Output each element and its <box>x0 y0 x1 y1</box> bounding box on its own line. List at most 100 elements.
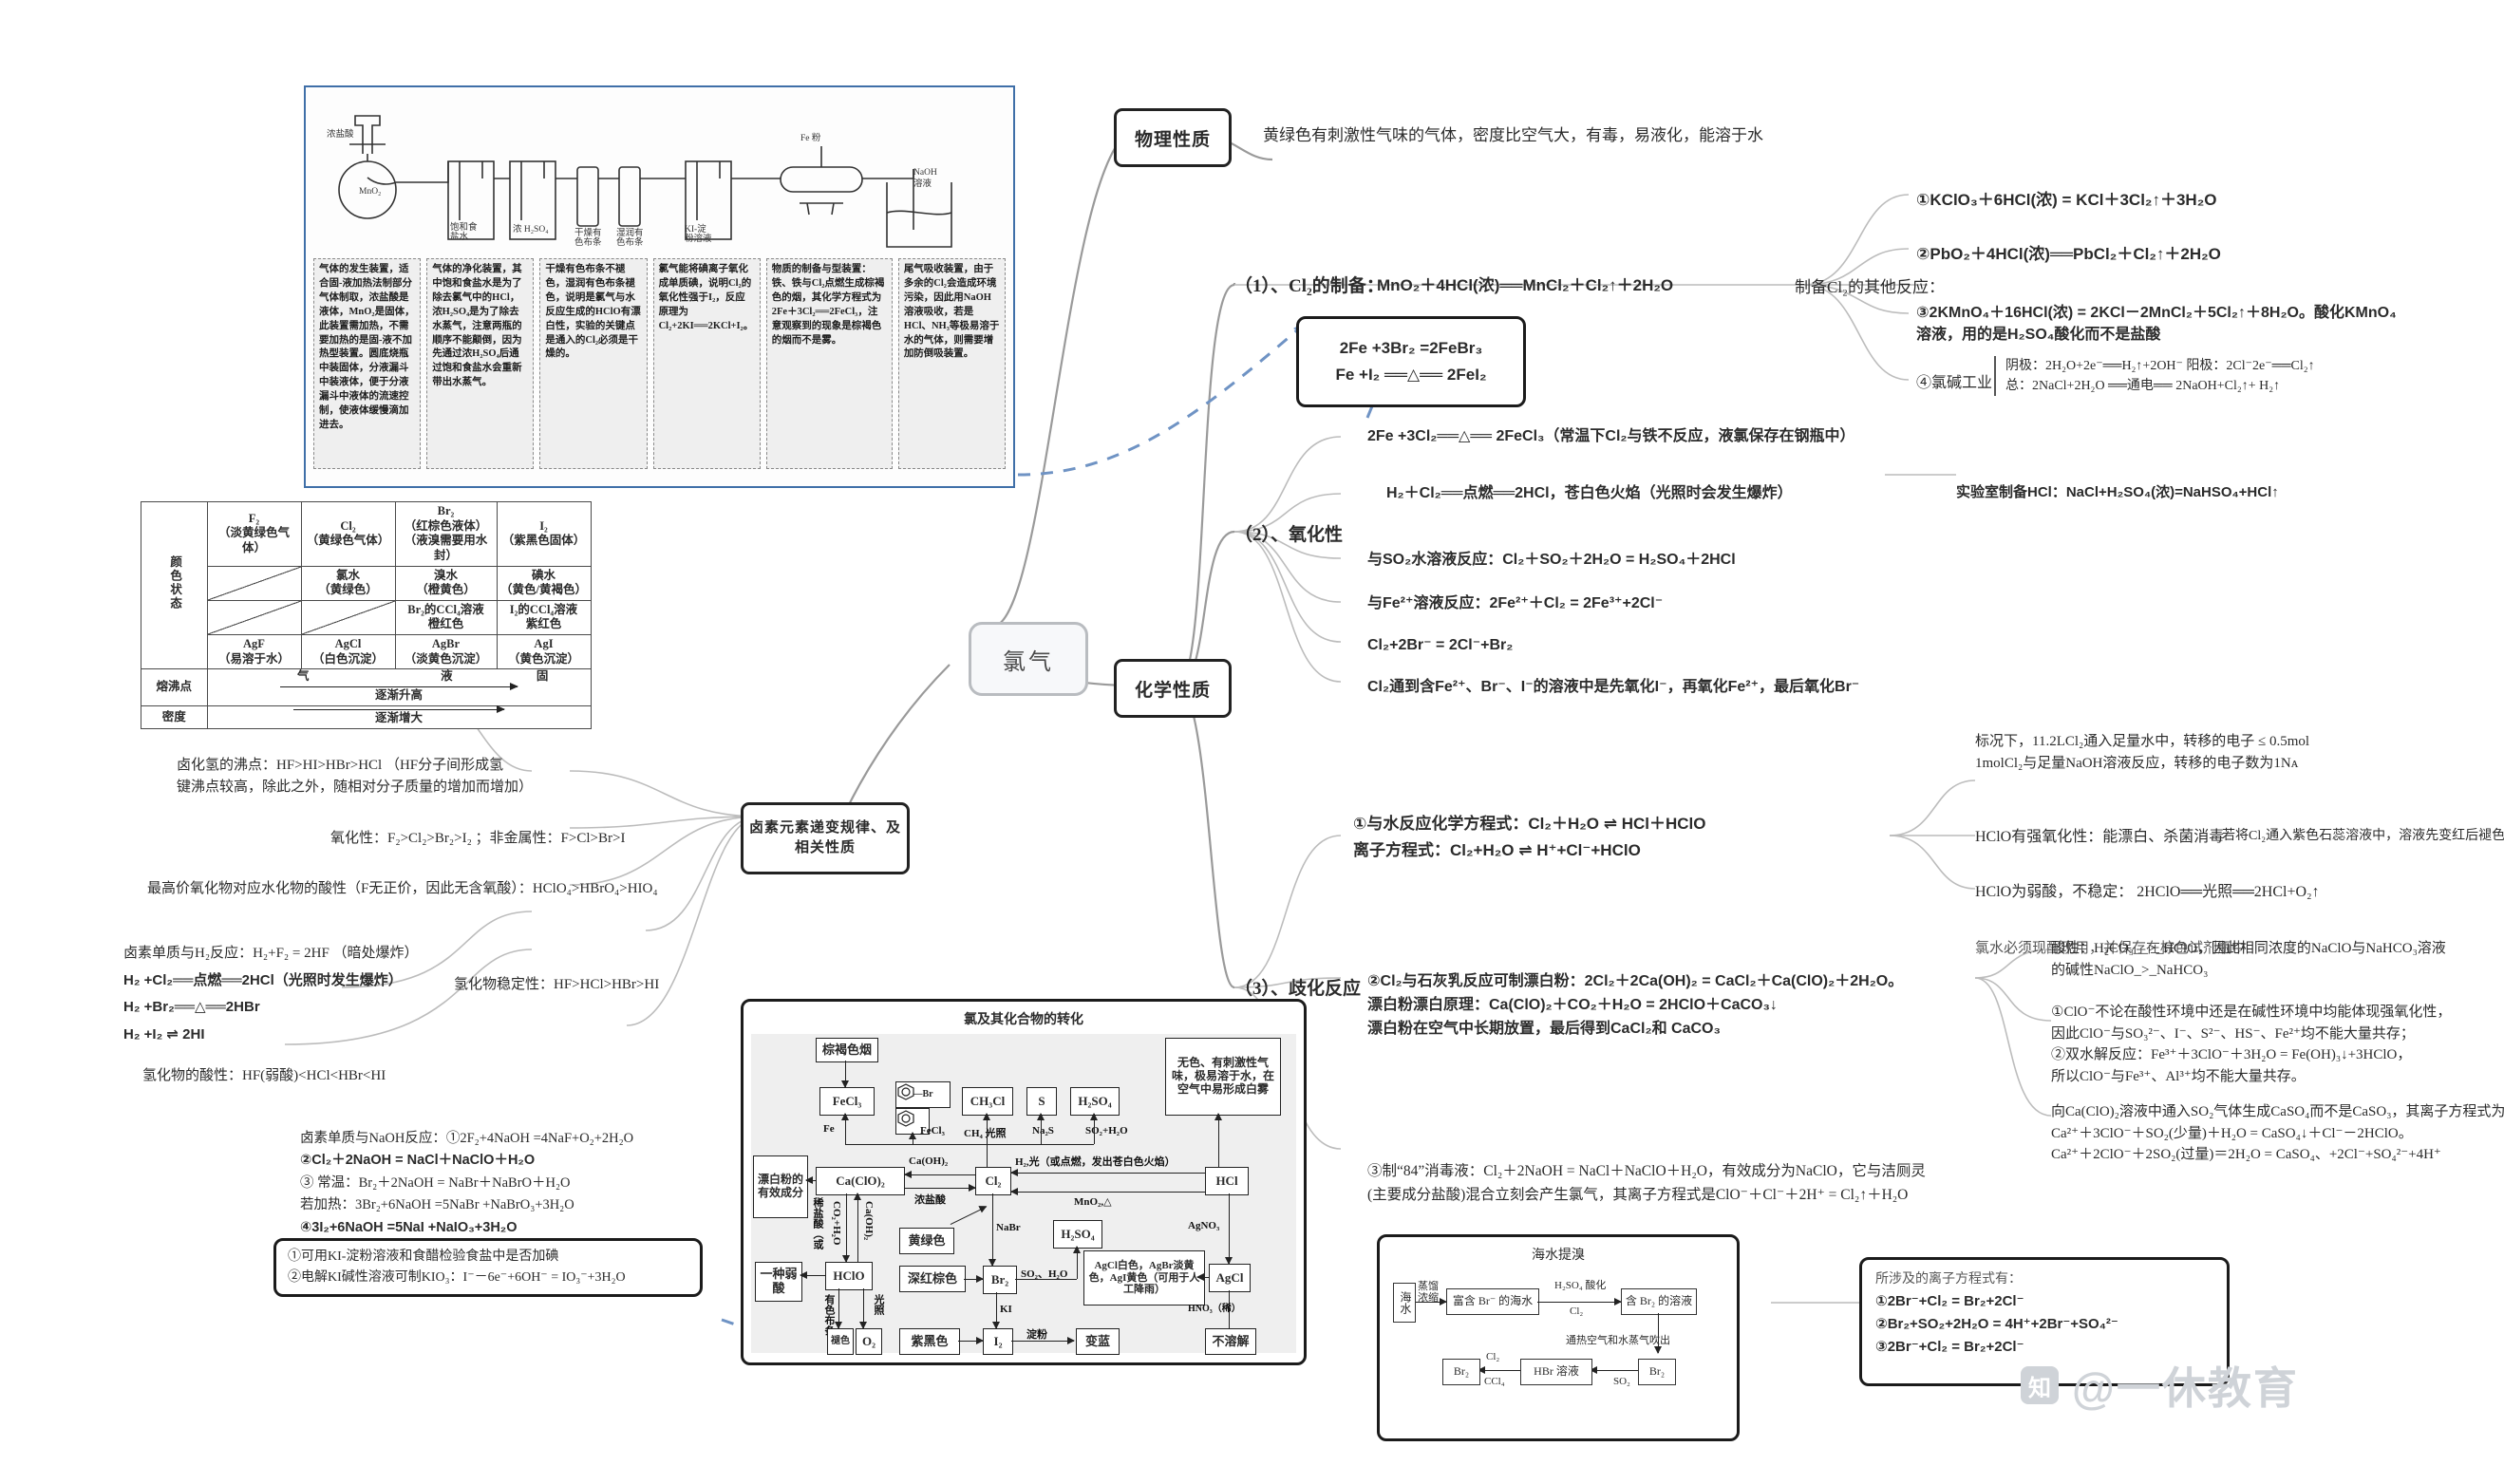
apparatus-caption-2: 气体的净化装置，其中饱和食盐水是为了除去氯气中的HCl，浓H₂SO₄是为了除去水… <box>426 258 535 469</box>
halogen-property-table: 颜色状态 F₂ （淡黄绿色气体） Cl₂ （黄绿色气体） Br₂ （红棕色液体） （液溴… <box>141 500 592 730</box>
branch-chemical-properties[interactable]: 化学性质 <box>1114 659 1232 718</box>
bromine-label-cl2-2: Cl₂ <box>1486 1351 1500 1362</box>
tbox-weak-acid: 一种弱酸 <box>755 1262 802 1302</box>
water-reaction-block: ①与水反应化学方程式：Cl₂＋H₂O ⇌ HCl＋HClO 离子方程式：Cl₂+… <box>1353 812 1705 865</box>
table-cell-ag-cl: AgCl （白色沉淀） <box>300 633 396 670</box>
disinfectant-line-1: ③制“84”消毒液：Cl₂＋2NaOH = NaCl＋NaClO＋H₂O，有效成… <box>1367 1163 1926 1179</box>
table-rowlabel-color-state: 颜色状态 <box>141 500 208 670</box>
naoh-react-1: 卤素单质与NaOH反应：①2F₂+4NaOH =4NaF+O₂+2H₂O <box>300 1131 634 1146</box>
table-cell-water-cl: 氯水 （黄绿色） <box>300 565 396 601</box>
bleach-line-2: 漂白粉漂白原理：Ca(ClO)₂＋CO₂＋H₂O = 2HClO＋CaCO₃↓ <box>1367 996 1778 1013</box>
apparatus-caption-1: 气体的发生装置，适合固-液加热法制部分气体制取，浓盐酸是液体，MnO₂是固体，此… <box>313 258 422 469</box>
svg-text:湿润有: 湿润有 <box>616 227 644 238</box>
watermark-text: @一休教育 <box>2072 1363 2299 1413</box>
hx-boiling-point-note: 卤化氢的沸点：HF>HI>HBr>HCl （HF分子间形成氢 键沸点较高，除此之… <box>177 755 533 798</box>
tbox-purple-black: 紫黑色 <box>899 1328 960 1355</box>
acidity-comparison-note: 酸性：H₂CO₃__>_HClO，因此相同浓度的NaClO与NaHCO₃溶液 的… <box>2051 938 2446 981</box>
clo-coexistence-notes: ①ClO⁻不论在酸性环境中还是在碱性环境中均能体现强氧化性， 因此ClO⁻与SO… <box>2051 1002 2451 1087</box>
bromine-node-seawater: 海水 <box>1393 1283 1416 1323</box>
tbox-agcl: AgCl <box>1209 1264 1251 1292</box>
table-rowlabel-density: 密度 <box>141 704 208 730</box>
table-cell-mp-trend: 气 液 固 逐渐升高 <box>206 668 592 706</box>
oxidizing-item-5: Cl₂+2Br⁻ = 2Cl⁻+Br₂ <box>1367 637 1514 653</box>
h2-react-1: 卤素单质与H₂反应：H₂+F₂ = 2HF （暗处爆炸） <box>123 946 419 961</box>
prep-other-3: ③2KMnO₄＋16HCl(浓) = 2KCl－2MnCl₂＋5Cl₂↑＋8H₂… <box>1916 305 2397 344</box>
h2-halogen-reactions: 卤素单质与H₂反应：H₂+F₂ = 2HF （暗处爆炸） H₂ +Cl₂══点燃… <box>123 940 419 1048</box>
prep-chloralkali-label: ④氯碱工业 <box>1916 375 1993 391</box>
caclo2-note-3: Ca²⁺＋2ClO⁻＋2SO₂(过量)＝2H₂O = CaSO₄、+2Cl⁻+S… <box>2051 1147 2441 1162</box>
tbox-caclo2: Ca(ClO)₂ <box>816 1167 905 1195</box>
center-node-chlorine[interactable]: 氯气 <box>969 622 1088 696</box>
tbox-brown-smoke: 棕褐色烟 <box>816 1038 878 1062</box>
bromine-label-blow: 通热空气和水蒸气吹出 <box>1566 1335 1670 1346</box>
highest-oxide-acid-note: 最高价氧化物对应水化物的酸性（F无正价，因此无含氧酸）：HClO₄>HBrO₄>… <box>147 881 658 896</box>
hx-bp-line-2: 键沸点较高，除此之外，随相对分子质量的增加而增加） <box>177 779 534 795</box>
table-cell-ccl4-i: I₂的CCl₄溶液 紫红色 <box>496 599 592 636</box>
branch-halogen-laws[interactable]: 卤素元素递变规律、及相关性质 <box>741 802 910 874</box>
apparatus-caption-6: 尾气吸收装置，由于多余的Cl₂会造成环境污染，因此用NaOH溶液吸收，若是HCl… <box>897 258 1006 469</box>
svg-text:色布条: 色布条 <box>574 236 602 248</box>
electron-transfer-note: 标况下，11.2LCl₂通入足量水中，转移的电子 ≤ 0.5mol 1molCl… <box>1975 731 2309 774</box>
tbox-h2so4-top: H₂SO₄ <box>1070 1087 1120 1116</box>
apparatus-glassware: 浓盐酸 MnO₂ 饱和食盐水 浓 H₂SO₄ 干燥有色布条 湿润有色布条 KI-… <box>327 115 952 248</box>
fe-br2-equation: 2Fe +3Br₂ =2FeBr₃ <box>1339 339 1483 357</box>
electron-note-2: 1molCl₂与足量NaOH溶液反应，转移的电子数为1Nᴀ <box>1975 755 2299 771</box>
water-reaction-ionic: 离子方程式：Cl₂+H₂O ⇌ H⁺+Cl⁻+HClO <box>1353 840 1641 859</box>
ki-box-line-1: ①可用KI-淀粉溶液和食醋检验食盐中是否加碘 <box>288 1249 559 1264</box>
tlabel-fe: Fe <box>823 1123 835 1135</box>
naoh-react-2: ②Cl₂＋2NaOH = NaCl＋NaClO＋H₂O <box>300 1153 536 1169</box>
bromine-node-br2-right: Br₂ <box>1638 1359 1676 1385</box>
tlabel-ki: KI <box>1000 1304 1012 1315</box>
electron-note-1: 标况下，11.2LCl₂通入足量水中，转移的电子 ≤ 0.5mol <box>1975 734 2310 749</box>
table-cell-ag-f: AgF （易溶于水） <box>206 633 302 670</box>
hydride-acidity-note: 氢化物的酸性：HF(弱酸)<HCl<HBr<HI <box>142 1068 386 1083</box>
prep-other-1: ①KClO₃＋6HCl(浓) = KCl＋3Cl₂↑＋3H₂O <box>1916 191 2217 209</box>
tlabel-caoh2-top: Ca(OH)₂ <box>909 1155 949 1167</box>
tbox-fade: 褪色 <box>827 1328 854 1355</box>
caclo2-note-1: 向Ca(ClO)₂溶液中通入SO₂气体生成CaSO₄而不是CaSO₃，其离子方程… <box>2051 1104 2504 1119</box>
oxidizing-item-1: 2Fe +3Cl₂══△══ 2FeCl₃（常温下Cl₂与铁不反应，液氯保存在钢… <box>1367 428 1855 444</box>
apparatus-caption-3: 干燥有色布条不褪色，湿润有色布条褪色，说明是氯气与水反应生成的HClO有漂白性，… <box>539 258 648 469</box>
tbox-o2: O₂ <box>856 1328 882 1355</box>
bromine-extraction-diagram: 海水提溴 海水 蒸馏 浓缩 富含 Br⁻ 的海水 H₂SO₄ 酸化 Cl₂ 含 B… <box>1377 1234 1740 1441</box>
tlabel-h2-light: H₂,光（或点燃，发出苍白色火焰） <box>1015 1156 1176 1168</box>
tlabel-so2-h2o-2: SO₂、H₂O <box>1021 1268 1068 1280</box>
table-cell-water-f <box>206 565 302 601</box>
tbox-ch3cl: CH₃Cl <box>962 1087 1013 1116</box>
bromine-label-ccl4: CCl₄ <box>1484 1376 1505 1387</box>
watermark-logo: 知 <box>2021 1366 2059 1404</box>
tlabel-na2s: Na₂S <box>1032 1125 1054 1136</box>
oxidizing-item-2: H₂＋Cl₂══点燃══2HCl，苍白色火焰（光照时会发生爆炸） <box>1386 485 1793 501</box>
tbox-bleach-active: 漂白粉的有效成分 <box>753 1155 808 1218</box>
tlabel-light: 光照 <box>873 1294 884 1315</box>
clo-note-3: ②双水解反应：Fe³⁺＋3ClO⁻＋3H₂O = Fe(OH)₃↓+3HClO， <box>2051 1047 2412 1062</box>
bromine-label-distill: 蒸馏 浓缩 <box>1418 1281 1439 1305</box>
prep-other-2: ②PbO₂＋4HCl(浓)══PbCl₂＋Cl₂↑＋2H₂O <box>1916 245 2221 263</box>
center-node-label: 氯气 <box>1003 649 1054 675</box>
prep-others-label: 制备Cl₂的其他反应： <box>1795 278 1945 296</box>
table-cell-ccl4-br: Br₂的CCl₄溶液 橙红色 <box>394 599 498 636</box>
table-header-i2: I₂ （紫黑色固体） <box>496 501 592 567</box>
table-header-cl2: Cl₂ （黄绿色气体） <box>300 501 396 567</box>
svg-text:色布条: 色布条 <box>616 236 644 248</box>
chloralkali-electrode-line: 阴极：2H₂O+2e⁻══H₂↑+2OH⁻ 阳极：2Cl⁻2e⁻══Cl₂↑ <box>2005 359 2315 373</box>
svg-text:NaOH: NaOH <box>913 168 937 178</box>
bromine-node-rich-br: 富含 Br⁻ 的海水 <box>1446 1288 1539 1315</box>
tbox-benzene-br: —Br <box>895 1081 951 1108</box>
naoh-react-5: ④3I₂+6NaOH =5NaI +NaIO₃+3H₂O <box>300 1219 518 1235</box>
tbox-i2: I₂ <box>983 1328 1013 1355</box>
apparatus-caption-5: 物质的制备与型装置：铁、铁与Cl₂点燃生成棕褐色的烟，其化学方程式为2Fe＋3C… <box>765 258 893 469</box>
bromine-node-br2-solution: 含 Br₂ 的溶液 <box>1621 1288 1697 1315</box>
table-cell-water-br: 溴水 （橙黄色） <box>394 565 498 601</box>
branch-physical-properties[interactable]: 物理性质 <box>1114 108 1232 167</box>
acidity-note-2: 的碱性NaClO_>_NaHCO₃ <box>2051 962 2209 978</box>
caclo2-note-2: Ca²⁺＋3ClO⁻＋SO₂(少量)＋H₂O = CaSO₄↓＋Cl⁻－2HCl… <box>2051 1125 2413 1141</box>
bromine-label-cl2-1: Cl₂ <box>1570 1306 1584 1317</box>
h2-react-4: H₂ +I₂ ⇌ 2HI <box>123 1025 205 1043</box>
tbox-s: S <box>1026 1087 1057 1116</box>
ki-box-line-2: ②电解KI碱性溶液可制KIO₃：I⁻－6e⁻+6OH⁻ = IO₃⁻+3H₂O <box>288 1269 626 1285</box>
table-header-f2: F₂ （淡黄绿色气体） <box>206 501 302 567</box>
apparatus-diagram-panel: 浓盐酸 MnO₂ 饱和食 盐水 浓 H₂SO₄ 干燥有 色布条 湿润有 色布条 KI-… <box>304 85 1015 488</box>
oxidizing-item-6: Cl₂通到含Fe²⁺、Br⁻、I⁻的溶液中是先氧化I⁻，再氧化Fe²⁺，最后氧化… <box>1367 679 1860 695</box>
bromine-node-br2-left: Br₂ <box>1442 1359 1480 1385</box>
